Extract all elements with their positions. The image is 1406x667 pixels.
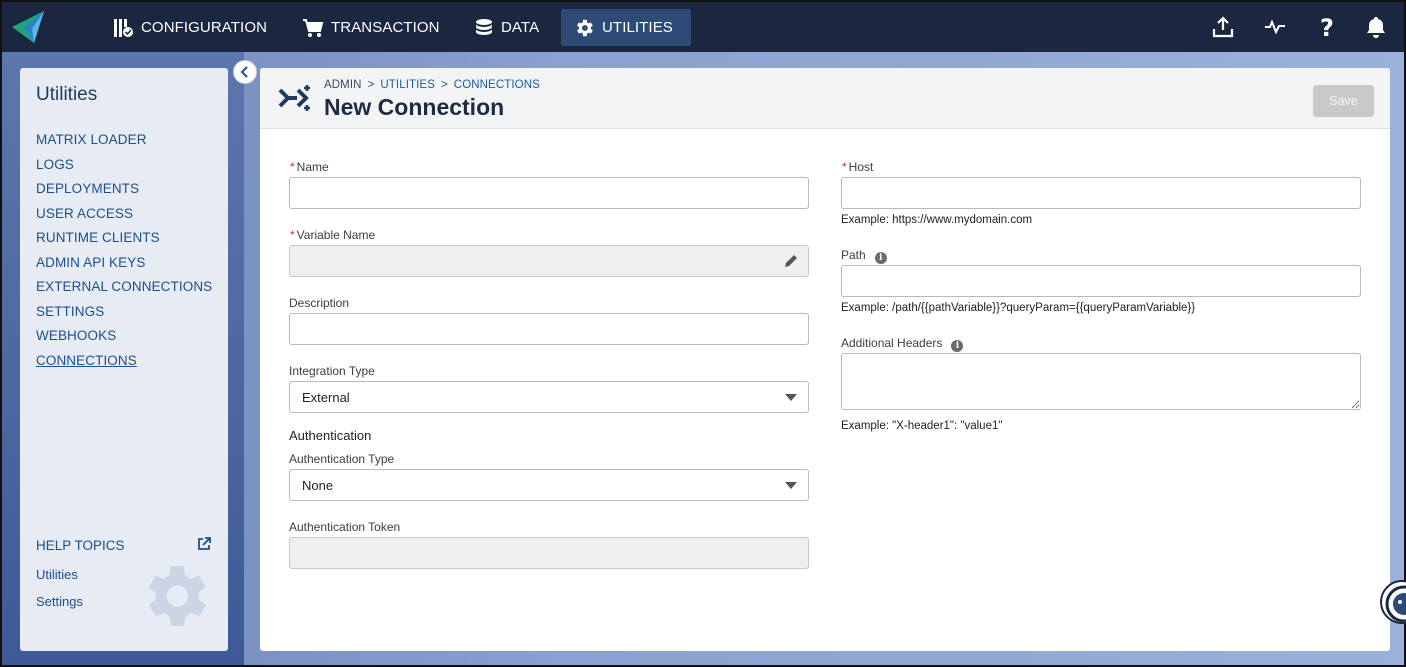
cart-icon	[303, 18, 324, 37]
activity-icon[interactable]	[1262, 14, 1288, 40]
sidebar-item-connections[interactable]: CONNECTIONS	[36, 352, 212, 377]
svg-text:?: ?	[1320, 14, 1334, 40]
info-icon[interactable]: i	[951, 340, 964, 352]
gear-icon	[577, 19, 593, 36]
main-panel: ADMIN > UTILITIES > CONNECTIONS New Connecti…	[260, 68, 1390, 651]
breadcrumb: ADMIN > UTILITIES > CONNECTIONS	[324, 79, 540, 91]
required-marker: *	[290, 228, 295, 242]
sidebar-item-settings[interactable]: SETTINGS	[36, 303, 212, 328]
configuration-icon	[114, 18, 133, 37]
authentication-token-input[interactable]	[289, 537, 809, 569]
help-topics-heading: HELP TOPICS	[36, 538, 125, 553]
external-link-icon[interactable]	[196, 536, 212, 552]
integration-type-select[interactable]: External	[289, 381, 809, 413]
name-input[interactable]	[289, 177, 809, 209]
authentication-type-select[interactable]: None	[289, 469, 809, 501]
additional-headers-textarea[interactable]	[841, 353, 1361, 410]
integration-type-value: External	[302, 389, 350, 405]
path-hint: Example: /path/{{pathVariable}}?queryPar…	[841, 302, 1196, 314]
required-marker: *	[290, 160, 295, 174]
sidebar-item-runtime-clients[interactable]: RUNTIME CLIENTS	[36, 229, 212, 254]
upload-icon[interactable]	[1210, 14, 1236, 40]
sidebar-item-webhooks[interactable]: WEBHOOKS	[36, 327, 212, 352]
gear-watermark-icon	[148, 566, 206, 626]
host-label: * Host	[842, 160, 874, 174]
top-navigation-bar: CONFIGURATION TRANSACTION DATA UTILITIES	[2, 2, 1404, 52]
host-input[interactable]	[841, 177, 1361, 209]
chevron-down-icon	[785, 482, 797, 489]
authentication-type-value: None	[302, 477, 334, 493]
host-hint: Example: https://www.mydomain.com	[841, 214, 1033, 226]
sidebar-item-admin-api-keys[interactable]: ADMIN API KEYS	[36, 254, 212, 279]
sidebar: Utilities MATRIX LOADER LOGS DEPLOYMENTS…	[20, 68, 228, 651]
help-link-utilities[interactable]: Utilities	[36, 567, 78, 582]
page-header: ADMIN > UTILITIES > CONNECTIONS New Connecti…	[260, 68, 1390, 129]
bell-icon[interactable]	[1363, 14, 1389, 40]
sidebar-item-external-connections[interactable]: EXTERNAL CONNECTIONS	[36, 278, 212, 303]
variable-name-field-wrapper	[289, 245, 809, 277]
variable-name-input[interactable]	[289, 245, 809, 277]
additional-headers-hint: Example: "X-header1": "value1"	[841, 420, 1003, 432]
breadcrumb-admin: ADMIN	[324, 79, 362, 91]
pencil-icon[interactable]	[783, 253, 799, 269]
sidebar-title: Utilities	[36, 84, 98, 105]
integration-type-label: Integration Type	[289, 364, 375, 378]
sidebar-item-user-access[interactable]: USER ACCESS	[36, 205, 212, 230]
chevron-left-icon	[240, 66, 248, 78]
help-icon[interactable]: ?	[1314, 14, 1340, 40]
nav-data[interactable]: DATA	[462, 9, 553, 46]
database-icon	[476, 18, 492, 35]
variable-name-label: * Variable Name	[290, 228, 376, 242]
sidebar-menu: MATRIX LOADER LOGS DEPLOYMENTS USER ACCE…	[36, 131, 212, 376]
nav-transaction-label: TRANSACTION	[331, 19, 440, 36]
page-title: New Connection	[324, 94, 505, 120]
nav-data-label: DATA	[501, 19, 540, 36]
path-label: Path i	[841, 248, 887, 264]
collapse-sidebar-button[interactable]	[233, 60, 257, 84]
name-label: * Name	[290, 160, 329, 174]
breadcrumb-connections[interactable]: CONNECTIONS	[454, 79, 540, 91]
authentication-type-label: Authentication Type	[289, 452, 395, 466]
authentication-token-label: Authentication Token	[289, 520, 401, 534]
path-input[interactable]	[841, 265, 1361, 297]
nav-configuration-label: CONFIGURATION	[141, 19, 268, 36]
authentication-section-heading: Authentication	[289, 428, 372, 443]
connection-icon	[278, 85, 310, 111]
sidebar-item-deployments[interactable]: DEPLOYMENTS	[36, 180, 212, 205]
chevron-down-icon	[785, 394, 797, 401]
description-label: Description	[289, 296, 350, 310]
nav-transaction[interactable]: TRANSACTION	[290, 9, 454, 46]
app-logo[interactable]	[10, 9, 54, 45]
description-input[interactable]	[289, 313, 809, 345]
breadcrumb-utilities[interactable]: UTILITIES	[380, 79, 435, 91]
additional-headers-label: Additional Headers i	[841, 336, 964, 352]
help-link-settings[interactable]: Settings	[36, 594, 83, 609]
info-icon[interactable]: i	[874, 252, 887, 264]
nav-configuration[interactable]: CONFIGURATION	[100, 9, 281, 46]
nav-utilities[interactable]: UTILITIES	[561, 9, 691, 46]
required-marker: *	[842, 160, 847, 174]
sidebar-item-logs[interactable]: LOGS	[36, 156, 212, 181]
assistant-avatar-icon	[1385, 585, 1406, 622]
save-button[interactable]: Save	[1313, 85, 1374, 117]
sidebar-item-matrix-loader[interactable]: MATRIX LOADER	[36, 131, 212, 156]
nav-utilities-label: UTILITIES	[602, 19, 673, 36]
